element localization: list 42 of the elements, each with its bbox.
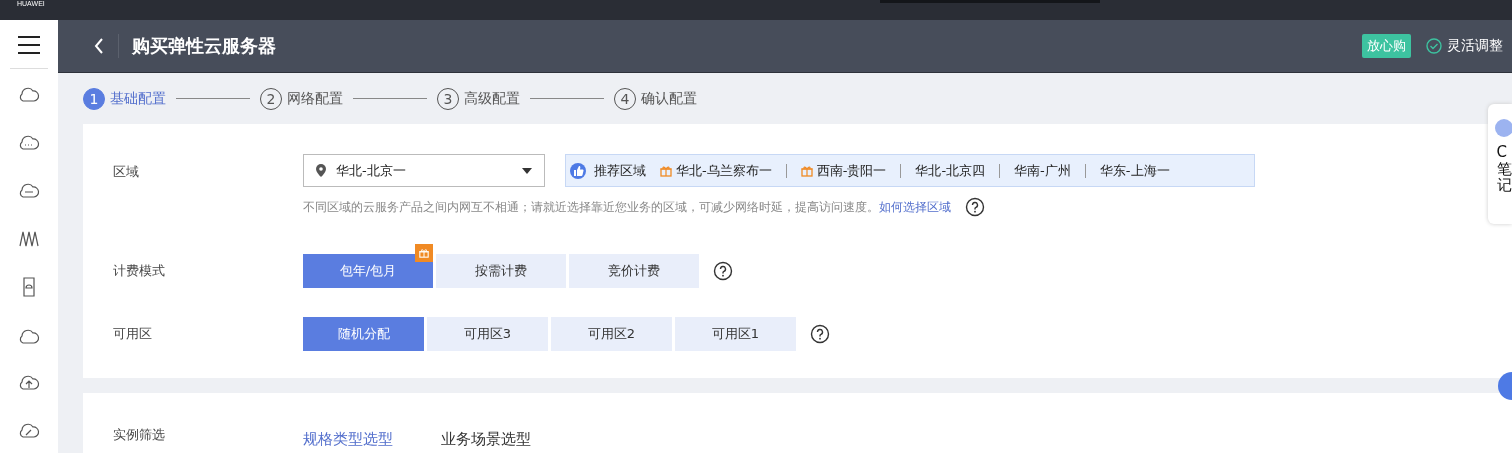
thumbs-up-icon: [570, 162, 586, 179]
step-tab[interactable]: 2 网络配置: [260, 87, 343, 110]
help-icon[interactable]: [965, 197, 985, 218]
menu-icon[interactable]: [18, 36, 40, 54]
widget-text: 记: [1496, 177, 1512, 194]
check-circle-icon: [1426, 37, 1442, 54]
step-tab[interactable]: 1 基础配置: [83, 87, 166, 110]
caret-icon: [522, 167, 532, 174]
field-label: 可用区: [113, 325, 153, 344]
zone-option[interactable]: 随机分配: [303, 317, 424, 352]
feature-label: 灵活调整: [1447, 36, 1503, 55]
field-label: 区域: [113, 163, 140, 182]
help-link[interactable]: 如何选择区域: [879, 198, 951, 216]
billing-option[interactable]: 包年/包月: [303, 254, 433, 289]
region-option[interactable]: 华北-北京四: [909, 161, 992, 180]
field-label: 计费模式: [113, 262, 166, 281]
step-tab[interactable]: 4 确认配置: [614, 87, 697, 110]
widget-text: 笔: [1496, 160, 1512, 177]
filter-tab[interactable]: 业务场景选型: [441, 430, 531, 450]
page-title: 购买弹性云服务器: [118, 33, 276, 58]
assurance-badge: 放心购: [1362, 33, 1411, 58]
zone-option[interactable]: 可用区2: [551, 317, 672, 352]
region-option[interactable]: 华北-乌兰察布一: [654, 161, 778, 180]
step-tab[interactable]: 3 高级配置: [437, 87, 520, 110]
field-label: 实例筛选: [113, 426, 166, 445]
location-pin-icon: [316, 164, 326, 178]
back-icon[interactable]: [94, 37, 104, 54]
recommend-label: 推荐区域: [594, 161, 646, 180]
region-option[interactable]: 西南-贵阳一: [794, 161, 893, 180]
help-icon[interactable]: [713, 261, 733, 282]
floating-widget[interactable]: C笔记: [1488, 104, 1512, 224]
help-icon[interactable]: [810, 324, 830, 345]
billing-option[interactable]: 按需计费: [436, 254, 566, 289]
region-dropdown[interactable]: 华北-北京一: [303, 154, 545, 188]
hint-text: 不同区域的云服务产品之间内网互不相通；请就近选择靠近您业务的区域，可减少网络时延，提高访问速度。: [303, 198, 879, 216]
region-option[interactable]: 华南-广州: [1008, 161, 1077, 180]
zone-option[interactable]: 可用区3: [427, 317, 548, 352]
zone-option[interactable]: 可用区1: [675, 317, 796, 352]
billing-option[interactable]: 竞价计费: [569, 254, 699, 289]
widget-text: C: [1496, 144, 1508, 161]
region-option[interactable]: 华东-上海一: [1093, 161, 1176, 180]
filter-tab[interactable]: 规格类型选型: [303, 430, 393, 450]
